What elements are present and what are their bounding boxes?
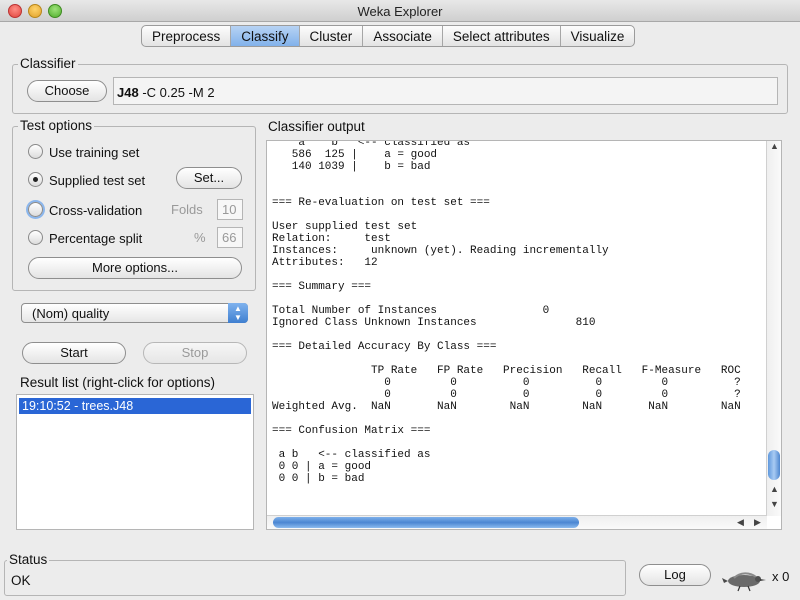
window-title: Weka Explorer (357, 4, 443, 19)
output-horizontal-scrollbar[interactable]: ◀ ▶ (267, 515, 767, 529)
choose-classifier-button[interactable]: Choose (27, 80, 107, 102)
result-list-item[interactable]: 19:10:52 - trees.J48 (19, 398, 251, 414)
class-attribute-select[interactable]: (Nom) quality ▲ ▼ (21, 303, 248, 323)
percent-label: % (194, 230, 206, 245)
tab-visualize[interactable]: Visualize (561, 26, 635, 46)
classifier-output-legend: Classifier output (266, 119, 367, 134)
supplied-test-set-label: Supplied test set (49, 173, 146, 188)
percent-input[interactable]: 66 (217, 227, 243, 248)
classifier-options: -C 0.25 -M 2 (138, 85, 215, 100)
status-group: Status (4, 552, 626, 596)
use-training-set-label: Use training set (49, 145, 140, 160)
tab-classify[interactable]: Classify (231, 26, 300, 46)
class-attribute-value: (Nom) quality (32, 306, 110, 321)
folds-value: 10 (222, 202, 237, 217)
log-count: x 0 (772, 569, 790, 584)
tab-bar: Preprocess Classify Cluster Associate Se… (141, 25, 636, 47)
classifier-config-field[interactable]: J48 -C 0.25 -M 2 (113, 77, 778, 105)
output-vertical-scrollbar[interactable]: ▲ ▲ ▼ (766, 141, 781, 516)
set-test-set-button[interactable]: Set... (176, 167, 242, 189)
tab-select-attributes[interactable]: Select attributes (443, 26, 561, 46)
result-list-legend: Result list (right-click for options) (18, 375, 218, 390)
supplied-test-set-radio[interactable] (28, 172, 43, 187)
more-options-button[interactable]: More options... (28, 257, 242, 279)
use-training-set-radio[interactable] (28, 144, 43, 159)
percent-value: 66 (222, 230, 237, 245)
scroll-left-icon[interactable]: ◀ (737, 517, 744, 528)
result-list[interactable]: 19:10:52 - trees.J48 (16, 394, 254, 530)
log-button[interactable]: Log (639, 564, 711, 586)
weka-bird-icon (722, 572, 766, 592)
classifier-legend: Classifier (18, 56, 78, 71)
output-vertical-scroll-thumb[interactable] (768, 450, 780, 480)
percentage-split-label: Percentage split (49, 231, 143, 246)
cross-validation-label: Cross-validation (49, 203, 143, 218)
status-text: OK (11, 573, 31, 588)
scroll-up-icon[interactable]: ▲ (770, 484, 779, 494)
folds-input[interactable]: 10 (217, 199, 243, 220)
select-stepper-icon: ▲ ▼ (228, 303, 248, 323)
test-options-legend: Test options (18, 118, 95, 133)
classifier-output-text: a b <-- classified as 586 125 | a = good… (272, 140, 741, 485)
cross-validation-radio[interactable] (28, 202, 43, 217)
folds-label: Folds (171, 202, 203, 217)
percentage-split-radio[interactable] (28, 230, 43, 245)
output-horizontal-scroll-thumb[interactable] (273, 517, 579, 528)
scroll-up-icon[interactable]: ▲ (770, 141, 779, 151)
start-button[interactable]: Start (22, 342, 126, 364)
scroll-down-icon[interactable]: ▼ (770, 499, 779, 509)
classifier-output-panel[interactable]: a b <-- classified as 586 125 | a = good… (266, 140, 782, 530)
status-legend: Status (7, 552, 50, 567)
title-bar: Weka Explorer (0, 0, 800, 22)
tab-preprocess[interactable]: Preprocess (142, 26, 232, 46)
stop-button: Stop (143, 342, 247, 364)
scroll-right-icon[interactable]: ▶ (754, 517, 761, 528)
tab-associate[interactable]: Associate (363, 26, 443, 46)
tab-cluster[interactable]: Cluster (300, 26, 364, 46)
classifier-name: J48 (117, 85, 139, 100)
